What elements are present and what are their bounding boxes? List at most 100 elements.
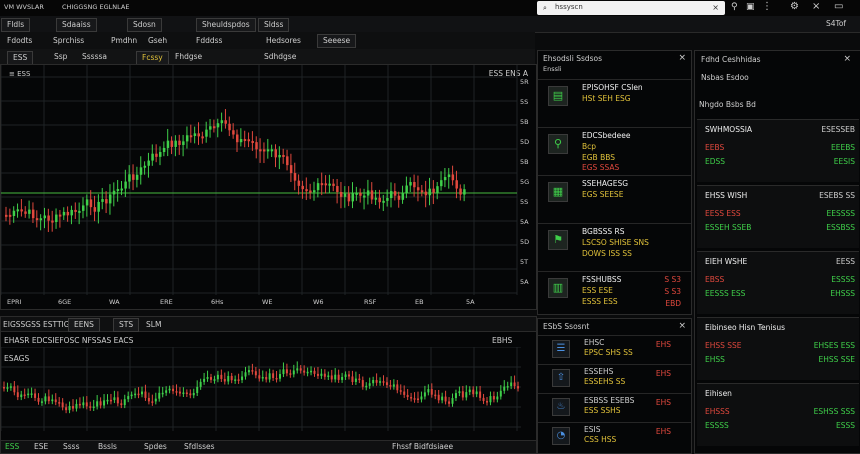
toolbar-item[interactable]: Pmdhn [111,37,137,45]
candle-body [162,147,166,153]
toolbar-item[interactable]: Sdhdgse [264,53,296,61]
toolbar-item[interactable]: Fdodts [7,37,32,45]
watchlist-line2: EGB BBS [582,153,615,162]
lower-tab[interactable]: STS [113,318,140,332]
lower-chart-svg[interactable] [1,347,536,431]
candle-body [374,197,378,200]
menu-item[interactable]: Sdosn [127,18,162,32]
lower-bottom-item[interactable]: Sfdlsses [184,443,215,451]
right-group[interactable]: SWHMOSSIA ESESSEB EEBS EDSS EEEBS EESIS [697,119,859,182]
lower-bottom-item[interactable]: Spdes [144,443,167,451]
candle-body [199,381,202,387]
candle-body [465,392,468,398]
candle-body [20,209,23,212]
close-icon[interactable]: × [843,54,851,64]
gear-icon[interactable]: ⚙ [790,1,799,12]
lower-bottom-item[interactable]: Bssls [98,443,117,451]
candle-body [72,406,74,409]
menu-item[interactable]: Sldss [258,18,290,32]
candle-body [417,398,419,401]
candle-body [128,174,131,182]
candle-body [366,190,370,196]
watchlist-item[interactable]: ☰ EHSC EPSC SHS SS EHS [538,335,691,364]
candle-body [496,396,499,400]
lower-tab[interactable]: SLM [146,321,161,329]
toolbar-item[interactable]: Hedsores [266,37,301,45]
toolbar-item[interactable]: Gseh [148,37,167,45]
candle-body [259,149,262,152]
lower-bottom-item[interactable]: Fhssf Bidfdsiaee [392,443,453,451]
close-window-icon[interactable]: × [812,1,820,12]
lower-tab[interactable]: EIGSSGSS ESTTIG [3,321,70,329]
toolbar-item[interactable]: Fhdgse [175,53,202,61]
watchlist-item[interactable]: ♨ ESBSS ESEBS ESS SSHS EHS [538,393,691,422]
maximize-icon[interactable]: ▭ [834,1,843,12]
candle-body [158,392,161,399]
watchlist-item[interactable]: ▥ FSSHUBSS ESS ESE ESSS ESS S S3 S S3 EBD [538,271,691,318]
candle-body [416,187,420,191]
toolbar-item[interactable]: Ssp [54,53,67,61]
candle-body [347,193,351,202]
window-icon[interactable]: ▣ [746,2,755,12]
toolbar-item[interactable]: Fdddss [196,37,222,45]
close-icon[interactable]: × [678,53,686,63]
bell-icon[interactable]: ⚲ [731,2,738,12]
watchlist-item[interactable]: ◔ ESIS CSS HSS EHS [538,422,691,451]
right-group[interactable]: EHSS WISH ESEBS SS EESS ESS ESSEH SSEB E… [697,185,859,248]
candle-body [392,384,395,387]
watchlist-item[interactable]: ⚑ BGBSSS RS LSCSO SHISE SNS DOWS ISS SS [538,223,691,270]
toolbar-item[interactable]: Seeese [317,34,357,48]
right-group[interactable]: Eibinseo Hisn Tenisus EHSS SSE EHSS EHSE… [697,317,859,380]
price-tag: 5G [520,178,530,186]
toolbar-item[interactable]: Sprchiss [53,37,84,45]
watchlist-price: EHS [655,427,671,436]
candle-body [192,393,195,396]
menu-item[interactable]: Fldls [1,18,31,32]
right-group[interactable]: EIEH WSHE EESS EBSS EESSS ESS ESSSS EHSS… [697,251,859,314]
candle-body [443,177,447,181]
time-tick: EPRI [7,298,22,306]
candle-body [99,401,102,406]
candle-body [37,397,40,402]
watchlist-title: BGBSSS RS [582,227,625,236]
group-title: EHSS WISH [705,191,748,200]
lower-bottom-item[interactable]: ESS [5,443,19,451]
candle-body [482,397,485,402]
candle-body [401,193,405,200]
group-l2: EESSS ESS [705,289,746,298]
lower-chart-panel[interactable]: EIGSSGSS ESTTIG EENS STS SLM EHASR EDCSI… [0,316,537,454]
lower-bottom-item[interactable]: Ssss [63,443,79,451]
candle-body [355,192,358,195]
group-l2: ESSEH SSEB [705,223,752,232]
menu-item[interactable]: Sdaaiss [56,18,97,32]
main-chart-svg[interactable] [1,65,536,309]
watchlist-item[interactable]: ⚲ EDCSbedeee Bcp EGB BBS EGS SSAS [538,127,691,174]
price-tag: 5A [520,278,529,286]
candle-body [472,389,475,395]
watchlist-sub: Enssli [543,65,562,73]
watchlist-item[interactable]: ⇧ ESSEHS ESSEHS SS EHS [538,364,691,393]
watchlist-price: EBD [665,299,681,308]
main-chart-panel[interactable]: ≡ ESS ESS ENS A 5R 5S 5B 5D 5B 5G 5S 5A 5D 5T 5A E… [0,64,537,310]
settings-icon[interactable]: ⋮ [762,1,772,12]
candle-body [34,393,37,398]
right-group[interactable]: Eihisen EHSSS ESSSS ESHSS SSS ESSS [697,383,859,446]
candle-body [213,379,216,381]
group-r1: EHSES ESS [813,341,855,350]
candle-body [365,385,368,388]
candle-body [205,129,208,137]
watchlist-item[interactable]: ▦ SSEHAGESG EGS SEESE [538,175,691,222]
time-tick: WE [262,298,273,306]
close-icon[interactable]: × [678,321,686,331]
candle-body [266,149,270,152]
candle-body [448,401,451,404]
watchlist-item[interactable]: ▤ EPISOHSF CSlen HSt SEH ESG [538,79,691,126]
toolbar-item[interactable]: Sssssa [82,53,107,61]
close-icon[interactable]: × [712,3,719,12]
toolbar-item[interactable]: Fcssy [136,51,169,65]
menu-item[interactable]: Sheuldspdos [196,18,256,32]
search-input[interactable]: ⌕ hssyscn × [537,1,725,15]
timeframe-button[interactable]: ESS [7,51,34,65]
lower-tab[interactable]: EENS [68,318,100,332]
lower-bottom-item[interactable]: ESE [34,443,48,451]
